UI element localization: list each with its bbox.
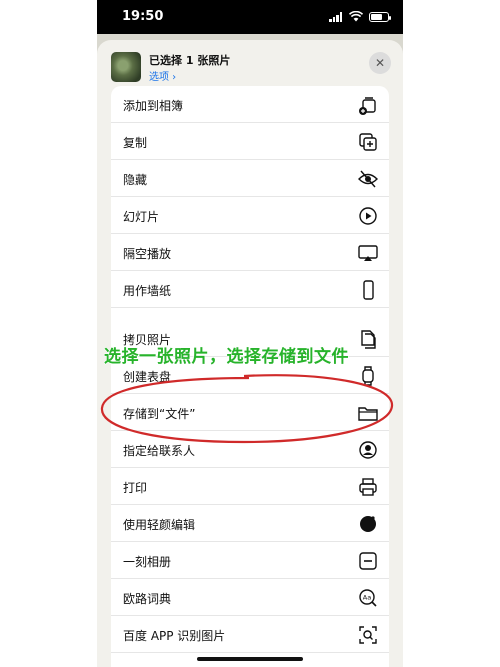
action-label: 打印	[123, 481, 148, 495]
dictionary-icon: Aa	[359, 589, 377, 607]
phone-screen: 19:50 已选择 1 张照片 选项 › ✕ 添加到相簿 复制 隐藏 幻灯片 隔…	[97, 0, 403, 667]
action-label: 隐藏	[123, 173, 148, 187]
printer-icon	[359, 478, 377, 496]
action-label: 使用轻颜编辑	[123, 518, 196, 532]
options-link[interactable]: 选项 ›	[149, 68, 176, 83]
action-edit-with-app[interactable]: 使用轻颜编辑	[111, 505, 389, 542]
action-add-to-album[interactable]: 添加到相簿	[111, 86, 389, 123]
status-time: 19:50	[122, 9, 164, 24]
action-album-app[interactable]: 一刻相册	[111, 542, 389, 579]
action-hide[interactable]: 隐藏	[111, 160, 389, 197]
action-use-as-wallpaper[interactable]: 用作墙纸	[111, 271, 389, 308]
cellular-signal-icon	[329, 11, 343, 22]
phone-icon	[363, 280, 374, 300]
action-baidu-recognize[interactable]: 百度 APP 识别图片	[111, 616, 389, 653]
action-label: 一刻相册	[123, 555, 172, 569]
svg-text:Aa: Aa	[363, 594, 371, 602]
add-album-icon	[359, 97, 376, 115]
action-airplay[interactable]: 隔空播放	[111, 234, 389, 271]
status-icons	[329, 11, 391, 22]
copy-photo-icon	[361, 330, 376, 349]
app-circle-icon	[360, 516, 376, 532]
wifi-icon	[349, 11, 363, 22]
action-duplicate[interactable]: 复制	[111, 123, 389, 160]
actions-group-1: 添加到相簿 复制 隐藏 幻灯片 隔空播放 用作墙纸	[111, 86, 389, 352]
status-bar: 19:50	[97, 0, 403, 34]
scan-icon	[359, 626, 377, 644]
annotation-text: 选择一张照片，选择存储到文件	[104, 347, 350, 368]
airplay-icon	[358, 245, 378, 261]
photo-thumbnail	[111, 52, 141, 82]
action-label: 复制	[123, 136, 148, 150]
action-dictionary[interactable]: 欧路词典 Aa	[111, 579, 389, 616]
duplicate-icon	[359, 133, 377, 151]
battery-icon	[369, 11, 391, 22]
action-label: 百度 APP 识别图片	[123, 629, 226, 643]
action-label: 幻灯片	[123, 210, 160, 224]
action-slideshow[interactable]: 幻灯片	[111, 197, 389, 234]
eye-slash-icon	[358, 170, 378, 188]
close-button[interactable]: ✕	[369, 52, 391, 74]
action-label: 用作墙纸	[123, 284, 172, 298]
action-label: 欧路词典	[123, 592, 172, 606]
play-circle-icon	[359, 207, 377, 225]
action-label: 隔空播放	[123, 247, 172, 261]
annotation-circle	[100, 374, 394, 444]
action-print[interactable]: 打印	[111, 468, 389, 505]
action-label: 添加到相簿	[123, 99, 184, 113]
minus-box-icon	[359, 552, 377, 570]
home-indicator	[197, 657, 303, 661]
selection-title: 已选择 1 张照片	[149, 54, 231, 67]
